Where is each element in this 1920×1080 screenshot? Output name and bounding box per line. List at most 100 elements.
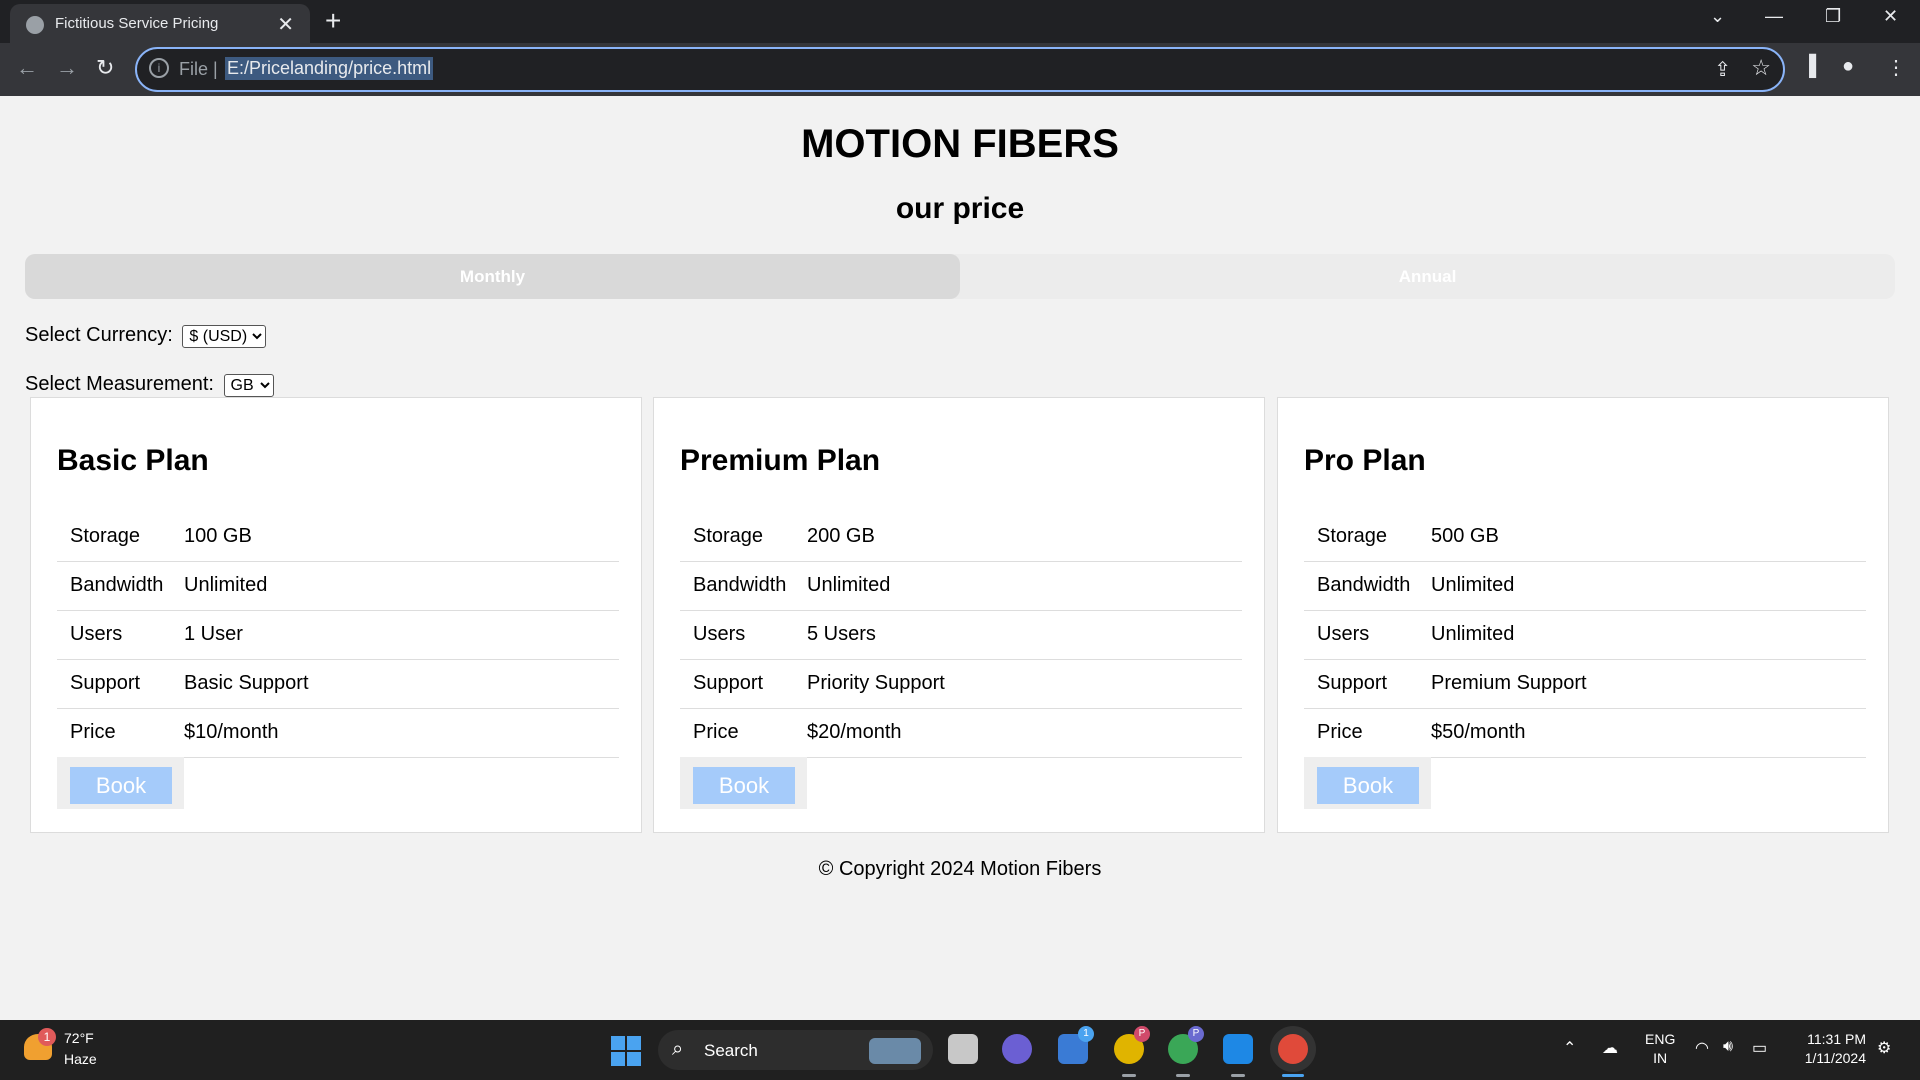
- teams-chat-icon[interactable]: [1002, 1034, 1032, 1064]
- volume-icon[interactable]: 🔊︎: [1723, 1038, 1733, 1056]
- globe-icon: [26, 16, 44, 34]
- table-row: Storage 200 GB: [680, 512, 1242, 562]
- feature-value: $20/month: [807, 708, 1242, 758]
- windows-start-icon[interactable]: [611, 1036, 641, 1066]
- feature-key: Storage: [680, 512, 807, 562]
- feature-key: Price: [680, 708, 807, 758]
- profile-badge: P: [1134, 1026, 1150, 1042]
- profile-badge: P: [1188, 1026, 1204, 1042]
- chrome-profile-icon-2[interactable]: P: [1168, 1026, 1204, 1064]
- plan-features-table: Storage 500 GB Bandwidth Unlimited Users Un…: [1304, 512, 1866, 758]
- page-content: MOTION FIBERS our price Monthly Annual S…: [0, 96, 1920, 1020]
- feature-value: Unlimited: [1431, 561, 1866, 611]
- feature-key: Support: [57, 659, 184, 709]
- feature-key: Storage: [1304, 512, 1431, 562]
- running-indicator: [1176, 1074, 1190, 1077]
- restore-icon[interactable]: ❐: [1825, 6, 1841, 27]
- show-hidden-icons-chevron-icon[interactable]: ⌃: [1563, 1038, 1576, 1058]
- notification-bell-icon[interactable]: ⚙: [1877, 1038, 1891, 1058]
- task-view-icon[interactable]: [948, 1034, 978, 1064]
- window-close-icon[interactable]: ✕: [1883, 6, 1898, 27]
- back-arrow-icon[interactable]: ←: [16, 55, 38, 81]
- site-info-icon[interactable]: i: [149, 58, 169, 78]
- feature-value: Priority Support: [807, 659, 1242, 709]
- annual-toggle-button[interactable]: Annual: [960, 254, 1895, 299]
- feature-value: Unlimited: [1431, 610, 1866, 660]
- search-icon: ⌕: [672, 1038, 684, 1060]
- book-button-premium[interactable]: Book: [693, 767, 795, 804]
- billing-toggle: Monthly Annual: [25, 254, 1895, 299]
- weather-condition[interactable]: Haze: [64, 1051, 97, 1067]
- feature-value: 200 GB: [807, 512, 1242, 562]
- book-button-pro[interactable]: Book: [1317, 767, 1419, 804]
- feature-value: 1 User: [184, 610, 619, 660]
- table-row: Storage 100 GB: [57, 512, 619, 562]
- reload-icon[interactable]: ↻: [96, 55, 114, 81]
- url-separator: |: [213, 59, 218, 79]
- currency-select[interactable]: $ (USD): [182, 325, 267, 348]
- plan-features-table: Storage 100 GB Bandwidth Unlimited Users 1 …: [57, 512, 619, 758]
- browser-tab-strip: Fictitious Service Pricing ✕ + ⌄ — ❐ ✕: [0, 0, 1920, 43]
- active-indicator: [1282, 1074, 1304, 1077]
- clock-time: 11:31 PM: [1807, 1031, 1866, 1047]
- currency-label: Select Currency:: [25, 324, 173, 346]
- feature-value: $10/month: [184, 708, 619, 758]
- feature-key: Storage: [57, 512, 184, 562]
- battery-icon[interactable]: ▭: [1752, 1038, 1767, 1058]
- feature-value: Basic Support: [184, 659, 619, 709]
- browser-toolbar: ← → ↻ i File | E:/Pricelanding/price.htm…: [0, 43, 1920, 96]
- book-button-basic[interactable]: Book: [70, 767, 172, 804]
- monthly-toggle-button[interactable]: Monthly: [25, 254, 960, 299]
- table-row: Storage 500 GB: [1304, 512, 1866, 562]
- book-cell: Book: [1304, 757, 1431, 809]
- clock-date: 1/11/2024: [1804, 1050, 1866, 1066]
- side-panel-icon[interactable]: ▐: [1802, 55, 1816, 78]
- system-clock[interactable]: 11:31 PM 1/11/2024: [1790, 1030, 1866, 1068]
- chrome-profile-icon[interactable]: P: [1114, 1026, 1150, 1064]
- table-row: Bandwidth Unlimited: [57, 561, 619, 611]
- taskbar-search[interactable]: ⌕ Search: [658, 1030, 933, 1070]
- tab-close-icon[interactable]: ✕: [277, 12, 294, 37]
- vscode-icon[interactable]: [1223, 1034, 1253, 1064]
- running-indicator: [1122, 1074, 1136, 1077]
- plan-features-table: Storage 200 GB Bandwidth Unlimited Users 5 …: [680, 512, 1242, 758]
- chrome-icon[interactable]: [1278, 1034, 1308, 1064]
- book-cell: Book: [57, 757, 184, 809]
- search-label: Search: [704, 1041, 758, 1060]
- tab-search-chevron-icon[interactable]: ⌄: [1710, 6, 1725, 27]
- book-cell: Book: [680, 757, 807, 809]
- measurement-label: Select Measurement:: [25, 373, 214, 395]
- onedrive-icon[interactable]: ☁: [1602, 1038, 1618, 1058]
- search-highlight-icon: [869, 1038, 921, 1064]
- page-subtitle: our price: [895, 192, 1025, 225]
- forward-arrow-icon[interactable]: →: [56, 55, 78, 81]
- bookmark-star-icon[interactable]: ☆: [1751, 55, 1771, 81]
- measurement-field: Select Measurement: GB: [25, 373, 274, 397]
- language-indicator[interactable]: ENG IN: [1645, 1030, 1675, 1068]
- feature-key: Users: [1304, 610, 1431, 660]
- browser-tab[interactable]: Fictitious Service Pricing ✕: [10, 4, 310, 43]
- feature-key: Bandwidth: [1304, 561, 1431, 611]
- wifi-icon[interactable]: ◠: [1695, 1038, 1709, 1058]
- table-row: Users 1 User: [57, 610, 619, 660]
- table-row: Price $10/month: [57, 708, 619, 758]
- new-tab-button[interactable]: +: [325, 5, 341, 37]
- address-bar[interactable]: i File | E:/Pricelanding/price.html ⇪ ☆: [135, 47, 1785, 92]
- microsoft-store-icon[interactable]: 1: [1058, 1026, 1094, 1064]
- weather-temp[interactable]: 72°F: [64, 1030, 94, 1046]
- menu-kebab-icon[interactable]: ⋮: [1886, 55, 1906, 80]
- share-icon[interactable]: ⇪: [1714, 57, 1731, 82]
- feature-value: 100 GB: [184, 512, 619, 562]
- plan-title: Basic Plan: [57, 444, 209, 477]
- profile-icon[interactable]: ●: [1842, 55, 1854, 78]
- table-row: Users Unlimited: [1304, 610, 1866, 660]
- page-title: MOTION FIBERS: [801, 122, 1119, 166]
- table-row: Price $20/month: [680, 708, 1242, 758]
- plan-title: Premium Plan: [680, 444, 881, 477]
- minimize-icon[interactable]: —: [1765, 6, 1783, 27]
- table-row: Bandwidth Unlimited: [1304, 561, 1866, 611]
- url-text[interactable]: E:/Pricelanding/price.html: [225, 57, 434, 80]
- page-footer: © Copyright 2024 Motion Fibers: [818, 858, 1102, 880]
- measurement-select[interactable]: GB: [223, 374, 274, 397]
- weather-badge: 1: [38, 1028, 56, 1046]
